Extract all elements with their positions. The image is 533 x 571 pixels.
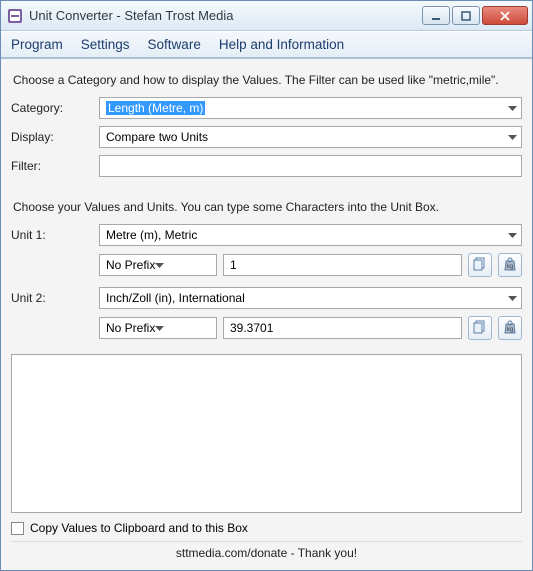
copy-to-clipboard-checkbox[interactable]: [11, 522, 24, 535]
unit2-combo[interactable]: Inch/Zoll (in), International: [99, 287, 522, 309]
maximize-button[interactable]: [452, 6, 480, 25]
chevron-down-icon: [508, 130, 517, 144]
display-label: Display:: [11, 130, 99, 144]
copy-to-clipboard-label: Copy Values to Clipboard and to this Box: [30, 521, 248, 535]
unit2-amount-input[interactable]: 39.3701: [223, 317, 462, 339]
unit1-combo[interactable]: Metre (m), Metric: [99, 224, 522, 246]
unit1-prefix-combo[interactable]: No Prefix: [99, 254, 217, 276]
menu-software[interactable]: Software: [146, 35, 203, 54]
window-title: Unit Converter - Stefan Trost Media: [29, 8, 422, 23]
close-button[interactable]: [482, 6, 528, 25]
display-value: Compare two Units: [106, 130, 208, 144]
footer-text: sttmedia.com/donate - Thank you!: [11, 541, 522, 566]
unit1-amount-value: 1: [230, 258, 237, 272]
weight-icon: kg: [503, 320, 517, 337]
unit2-label: Unit 2:: [11, 291, 99, 305]
unit1-weight-button[interactable]: kg: [498, 253, 522, 277]
display-combo[interactable]: Compare two Units: [99, 126, 522, 148]
chevron-down-icon: [155, 321, 164, 335]
chevron-down-icon: [508, 101, 517, 115]
filter-input[interactable]: [99, 155, 522, 177]
unit2-prefix-value: No Prefix: [106, 321, 155, 335]
category-combo[interactable]: Length (Metre, m): [99, 97, 522, 119]
app-icon: [7, 8, 23, 24]
unit1-prefix-value: No Prefix: [106, 258, 155, 272]
svg-text:kg: kg: [507, 264, 513, 270]
filter-label: Filter:: [11, 159, 99, 173]
units-hint: Choose your Values and Units. You can ty…: [13, 200, 520, 214]
unit1-value: Metre (m), Metric: [106, 228, 197, 242]
unit2-value: Inch/Zoll (in), International: [106, 291, 245, 305]
menu-program[interactable]: Program: [9, 35, 65, 54]
chevron-down-icon: [155, 258, 164, 272]
category-value: Length (Metre, m): [106, 101, 205, 115]
output-textarea[interactable]: [11, 354, 522, 513]
unit2-prefix-combo[interactable]: No Prefix: [99, 317, 217, 339]
unit2-copy-button[interactable]: [468, 316, 492, 340]
copy-icon: [473, 320, 487, 337]
svg-text:kg: kg: [507, 327, 513, 333]
category-hint: Choose a Category and how to display the…: [13, 73, 520, 87]
unit1-amount-input[interactable]: 1: [223, 254, 462, 276]
unit2-amount-value: 39.3701: [230, 321, 273, 335]
titlebar: Unit Converter - Stefan Trost Media: [1, 1, 532, 31]
copy-icon: [473, 257, 487, 274]
minimize-button[interactable]: [422, 6, 450, 25]
unit1-label: Unit 1:: [11, 228, 99, 242]
menu-settings[interactable]: Settings: [79, 35, 132, 54]
category-label: Category:: [11, 101, 99, 115]
menu-help[interactable]: Help and Information: [217, 35, 346, 54]
unit2-weight-button[interactable]: kg: [498, 316, 522, 340]
menubar: Program Settings Software Help and Infor…: [1, 31, 532, 59]
chevron-down-icon: [508, 228, 517, 242]
weight-icon: kg: [503, 257, 517, 274]
unit1-copy-button[interactable]: [468, 253, 492, 277]
chevron-down-icon: [508, 291, 517, 305]
